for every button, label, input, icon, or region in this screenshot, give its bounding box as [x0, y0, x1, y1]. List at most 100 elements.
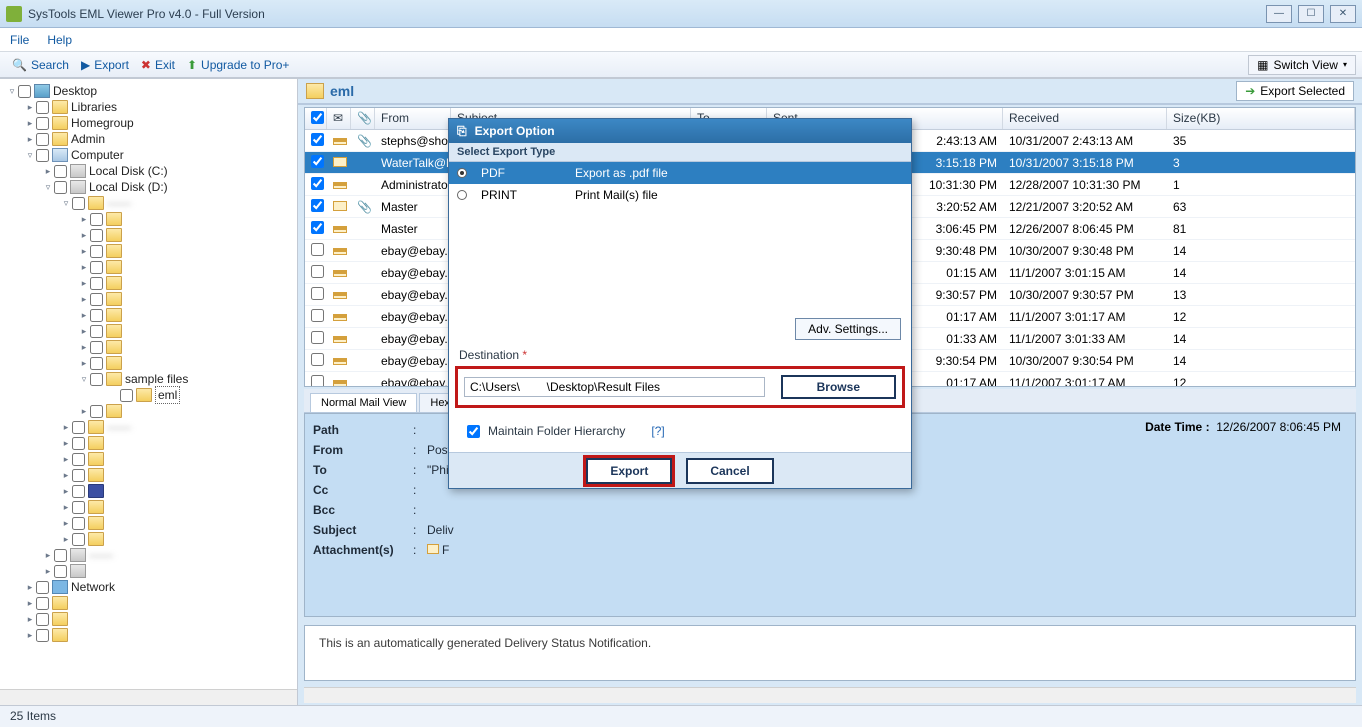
row-checkbox[interactable]: [311, 155, 324, 168]
search-button[interactable]: 🔍Search: [6, 54, 75, 76]
export-type-pdf[interactable]: PDF Export as .pdf file: [449, 162, 911, 184]
tree-checkbox[interactable]: [54, 181, 67, 194]
destination-input[interactable]: [464, 377, 765, 397]
tree-checkbox[interactable]: [90, 213, 103, 226]
menu-help[interactable]: Help: [47, 33, 72, 47]
tree-item[interactable]: ——: [107, 195, 131, 211]
tree-libraries[interactable]: Libraries: [71, 99, 117, 115]
sidebar-scrollbar[interactable]: [0, 689, 297, 705]
tree-checkbox[interactable]: [90, 245, 103, 258]
select-all-checkbox[interactable]: [311, 111, 324, 124]
tree-checkbox[interactable]: [90, 325, 103, 338]
browse-button[interactable]: Browse: [781, 375, 896, 399]
row-checkbox[interactable]: [311, 265, 324, 278]
tree-checkbox[interactable]: [72, 533, 85, 546]
row-checkbox[interactable]: [311, 177, 324, 190]
envelope-icon: [427, 544, 439, 554]
minimize-button[interactable]: —: [1266, 5, 1292, 23]
folder-icon: [88, 516, 104, 530]
col-from[interactable]: From: [375, 108, 451, 129]
tree-checkbox[interactable]: [90, 229, 103, 242]
tree-sample-files[interactable]: sample files: [125, 371, 188, 387]
tree-checkbox[interactable]: [18, 85, 31, 98]
menu-bar: File Help: [0, 28, 1362, 52]
row-checkbox[interactable]: [311, 309, 324, 322]
tree-checkbox[interactable]: [72, 437, 85, 450]
tree-checkbox[interactable]: [36, 613, 49, 626]
row-checkbox[interactable]: [311, 133, 324, 146]
tree-checkbox[interactable]: [120, 389, 133, 402]
row-checkbox[interactable]: [311, 287, 324, 300]
tree-item[interactable]: ——: [89, 547, 113, 563]
row-checkbox[interactable]: [311, 375, 324, 388]
tree-checkbox[interactable]: [36, 117, 49, 130]
tree-eml[interactable]: eml: [155, 386, 180, 404]
tree-admin[interactable]: Admin: [71, 131, 105, 147]
export-selected-button[interactable]: ➔ Export Selected: [1236, 81, 1354, 101]
tree-checkbox[interactable]: [36, 149, 49, 162]
row-checkbox[interactable]: [311, 221, 324, 234]
cell-size: 14: [1167, 330, 1355, 348]
row-checkbox[interactable]: [311, 331, 324, 344]
tree-checkbox[interactable]: [72, 453, 85, 466]
row-checkbox[interactable]: [311, 243, 324, 256]
row-checkbox[interactable]: [311, 199, 324, 212]
tree-desktop[interactable]: Desktop: [53, 83, 97, 99]
exit-button[interactable]: ✖Exit: [135, 54, 181, 76]
tree-checkbox[interactable]: [54, 565, 67, 578]
cell-size: 12: [1167, 308, 1355, 326]
tree-checkbox[interactable]: [90, 341, 103, 354]
tab-normal-view[interactable]: Normal Mail View: [310, 393, 417, 412]
tree-network[interactable]: Network: [71, 579, 115, 595]
folder-icon: [88, 468, 104, 482]
tree-checkbox[interactable]: [90, 277, 103, 290]
computer-icon: [52, 148, 68, 162]
tree-checkbox[interactable]: [90, 293, 103, 306]
tree-checkbox[interactable]: [90, 373, 103, 386]
tree-checkbox[interactable]: [54, 165, 67, 178]
tree-local-c[interactable]: Local Disk (C:): [89, 163, 168, 179]
tree-checkbox[interactable]: [36, 629, 49, 642]
col-size[interactable]: Size(KB): [1167, 108, 1355, 129]
attachment-icon: 📎: [357, 134, 372, 148]
tree-checkbox[interactable]: [72, 501, 85, 514]
export-type-print[interactable]: PRINT Print Mail(s) file: [449, 184, 911, 206]
tree-homegroup[interactable]: Homegroup: [71, 115, 134, 131]
tree-local-d[interactable]: Local Disk (D:): [89, 179, 168, 195]
menu-file[interactable]: File: [10, 33, 29, 47]
maintain-hierarchy-checkbox[interactable]: [467, 425, 480, 438]
tree-computer[interactable]: Computer: [71, 147, 124, 163]
tree-checkbox[interactable]: [72, 485, 85, 498]
tree-checkbox[interactable]: [90, 261, 103, 274]
tree-checkbox[interactable]: [90, 309, 103, 322]
tree-checkbox[interactable]: [90, 405, 103, 418]
tree-checkbox[interactable]: [72, 469, 85, 482]
tree-checkbox[interactable]: [72, 517, 85, 530]
export-button[interactable]: ▶Export: [75, 54, 135, 76]
tree-checkbox[interactable]: [72, 197, 85, 210]
tree-checkbox[interactable]: [36, 581, 49, 594]
tree-checkbox[interactable]: [72, 421, 85, 434]
upgrade-button[interactable]: ⬆Upgrade to Pro+: [181, 54, 295, 76]
row-checkbox[interactable]: [311, 353, 324, 366]
help-link[interactable]: [?]: [651, 424, 664, 438]
maximize-button[interactable]: ☐: [1298, 5, 1324, 23]
tree-checkbox[interactable]: [36, 101, 49, 114]
close-button[interactable]: ✕: [1330, 5, 1356, 23]
cell-size: 63: [1167, 198, 1355, 216]
col-attachment-icon[interactable]: 📎: [351, 108, 375, 129]
folder-icon: [106, 228, 122, 242]
content-scrollbar[interactable]: [304, 687, 1356, 703]
attachment-icon: 📎: [357, 200, 372, 214]
col-received[interactable]: Received: [1003, 108, 1167, 129]
tree-checkbox[interactable]: [36, 597, 49, 610]
tree-item[interactable]: ——: [107, 419, 131, 435]
adv-settings-button[interactable]: Adv. Settings...: [795, 318, 901, 340]
export-confirm-button[interactable]: Export: [586, 458, 672, 484]
tree-checkbox[interactable]: [54, 549, 67, 562]
tree-checkbox[interactable]: [90, 357, 103, 370]
col-envelope-icon[interactable]: ✉: [327, 108, 351, 129]
cancel-button[interactable]: Cancel: [686, 458, 773, 484]
switch-view-button[interactable]: ▦ Switch View ▾: [1248, 55, 1356, 75]
tree-checkbox[interactable]: [36, 133, 49, 146]
